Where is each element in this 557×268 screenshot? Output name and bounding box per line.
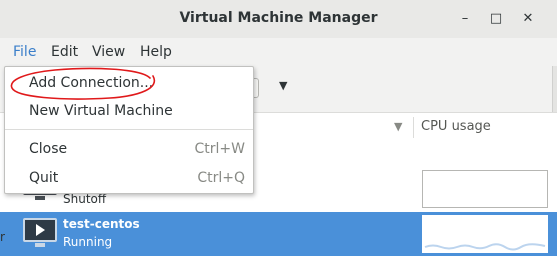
cpu-usage-graph	[422, 170, 548, 208]
maximize-icon[interactable]: □	[485, 8, 507, 30]
cpu-usage-sparkline	[424, 243, 546, 251]
menu-help[interactable]: Help	[140, 44, 172, 60]
vm-status: Running	[63, 235, 113, 249]
menu-item-quit[interactable]: Quit Ctrl+Q	[5, 167, 253, 191]
title-bar: Virtual Machine Manager – □ ✕	[0, 0, 557, 39]
file-menu-dropdown: Add Connection... New Virtual Machine Cl…	[4, 66, 254, 194]
menu-edit[interactable]: Edit	[51, 44, 78, 60]
menu-item-label: Quit	[29, 170, 59, 186]
column-sort-arrow-icon[interactable]: ▼	[394, 120, 402, 133]
menu-file[interactable]: File	[13, 44, 36, 60]
menu-view[interactable]: View	[92, 44, 125, 60]
close-icon[interactable]: ✕	[517, 8, 539, 30]
menu-item-accelerator: Ctrl+W	[194, 141, 245, 157]
play-icon	[36, 224, 45, 236]
clipped-row-text: r	[0, 230, 5, 244]
menu-item-accelerator: Ctrl+Q	[197, 170, 245, 186]
menu-item-close[interactable]: Close Ctrl+W	[5, 138, 253, 162]
cpu-usage-graph	[422, 215, 548, 253]
vm-name: test-centos	[63, 217, 140, 231]
column-header-cpu-usage[interactable]: CPU usage	[421, 119, 491, 134]
menu-item-label: Add Connection...	[29, 75, 154, 91]
menu-item-label: Close	[29, 141, 68, 157]
minimize-icon[interactable]: –	[454, 8, 476, 30]
menu-separator	[5, 129, 253, 130]
monitor-running-icon	[23, 218, 57, 247]
menu-item-new-virtual-machine[interactable]: New Virtual Machine	[5, 100, 253, 124]
column-separator	[413, 117, 414, 138]
vm-status: Shutoff	[63, 192, 107, 206]
toolbar-dropdown-arrow-icon[interactable]: ▼	[279, 79, 287, 92]
menu-bar: File Edit View Help	[0, 38, 557, 66]
vm-row-test-centos[interactable]: test-centos Running	[0, 212, 557, 256]
menu-item-add-connection[interactable]: Add Connection...	[5, 72, 253, 96]
menu-item-label: New Virtual Machine	[29, 103, 173, 119]
